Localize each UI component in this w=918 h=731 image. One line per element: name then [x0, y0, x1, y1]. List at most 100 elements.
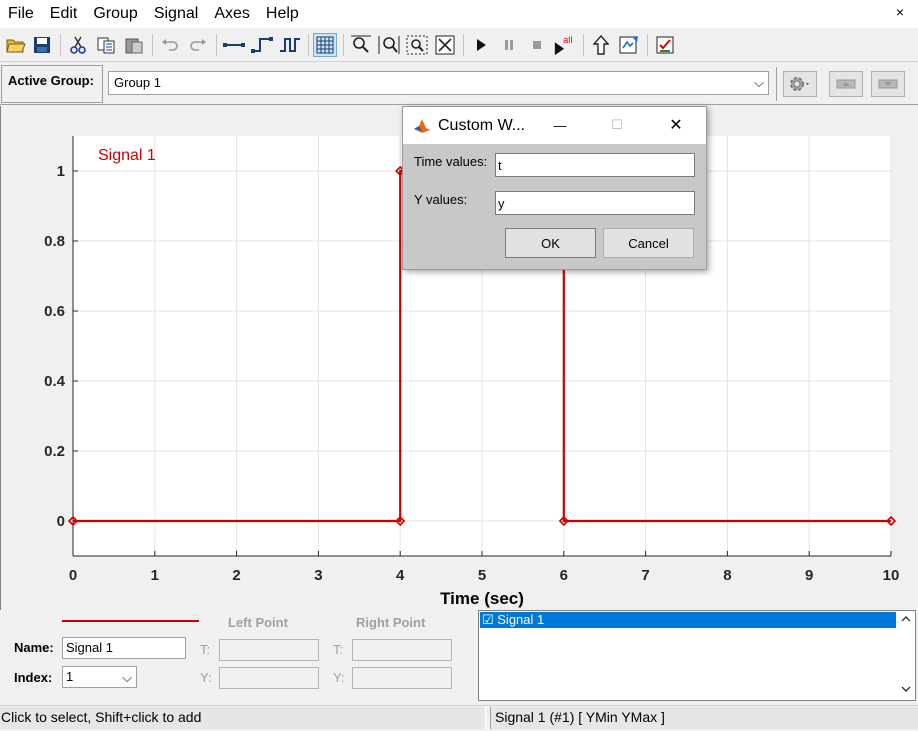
right-point-t-input[interactable] [352, 639, 452, 661]
x-tick-label: 5 [478, 567, 486, 584]
x-tick-label: 1 [151, 567, 159, 584]
x-tick-label: 0 [69, 567, 77, 584]
y-tick-label: 0 [57, 513, 65, 530]
chevron-down-icon: ⌵ [122, 670, 132, 685]
right-point-label: Right Point [356, 615, 426, 630]
x-tick-label: 3 [314, 567, 322, 584]
previous-group-button[interactable] [829, 71, 863, 97]
x-tick-label: 10 [883, 567, 900, 584]
signal-list[interactable]: ☑ Signal 1 [478, 610, 916, 701]
x-tick-label: 7 [641, 567, 649, 584]
settings-gear-button[interactable] [783, 71, 817, 97]
left-y-label: Y: [200, 670, 212, 685]
signal-name-input[interactable]: Signal 1 [62, 637, 186, 659]
open-icon[interactable] [4, 33, 28, 57]
active-group-select[interactable]: Group 1 ⌵ [108, 71, 769, 95]
right-y-label: Y: [333, 670, 345, 685]
y-tick-label: 0.6 [44, 303, 65, 320]
grid-icon[interactable] [313, 33, 337, 57]
save-icon[interactable] [30, 33, 54, 57]
y-tick-label: 0.4 [44, 373, 66, 390]
redo-icon[interactable] [186, 33, 210, 57]
status-bar: Click to select, Shift+click to add Sign… [0, 705, 918, 731]
start-icon[interactable] [469, 33, 493, 57]
custom-waveform-dialog: Custom W... — ☐ ✕ Time values: t Y value… [402, 106, 707, 270]
toolbar-separator [343, 34, 344, 56]
status-hint: Click to select, Shift+click to add [0, 707, 486, 729]
menu-group[interactable]: Group [85, 0, 145, 28]
signal-properties-panel: Left Point Right Point Name: Signal 1 T:… [0, 610, 918, 705]
cancel-button[interactable]: Cancel [603, 228, 694, 258]
fit-icon[interactable] [433, 33, 457, 57]
left-t-label: T: [200, 642, 211, 657]
minimize-icon[interactable]: — [550, 115, 570, 135]
zoom-x-icon[interactable] [377, 33, 401, 57]
toolbar-separator [463, 34, 464, 56]
toolbar-separator [60, 34, 61, 56]
right-t-label: T: [333, 642, 344, 657]
menubar-close-icon[interactable]: × [896, 4, 904, 20]
run-all-label: all [563, 35, 572, 45]
right-point-y-input[interactable] [352, 667, 452, 689]
run-all-icon[interactable]: all [553, 33, 577, 57]
toolbar-separator [152, 34, 153, 56]
y-values-label: Y values: [414, 192, 468, 207]
x-axis-label: Time (sec) [440, 589, 524, 608]
gear-icon [790, 77, 809, 91]
matlab-icon [414, 119, 430, 133]
cut-icon[interactable] [66, 33, 90, 57]
left-point-t-input[interactable] [219, 639, 319, 661]
copy-icon[interactable] [94, 33, 118, 57]
line-icon[interactable] [222, 33, 246, 57]
x-tick-label: 8 [723, 567, 731, 584]
zoom-box-icon[interactable] [405, 33, 429, 57]
status-signal-info: Signal 1 (#1) [ YMin YMax ] [490, 707, 918, 729]
stop-icon[interactable] [525, 33, 549, 57]
paste-icon[interactable] [122, 33, 146, 57]
signal-list-scrollbar[interactable] [897, 611, 915, 700]
menu-help[interactable]: Help [258, 0, 307, 28]
active-group-value: Group 1 [114, 75, 161, 90]
step-icon[interactable] [250, 33, 274, 57]
toolbar-separator [216, 34, 217, 56]
up-icon[interactable] [589, 33, 613, 57]
pulse-icon[interactable] [278, 33, 302, 57]
left-point-label: Left Point [228, 615, 288, 630]
x-tick-label: 4 [396, 567, 405, 584]
maximize-icon[interactable]: ☐ [607, 115, 627, 135]
time-values-input[interactable]: t [495, 153, 695, 177]
signal-line-style-preview[interactable] [62, 618, 202, 624]
menu-axes[interactable]: Axes [206, 0, 258, 28]
next-group-button[interactable] [871, 71, 905, 97]
index-value: 1 [66, 669, 74, 684]
zoom-y-icon[interactable] [349, 33, 373, 57]
check-icon[interactable] [653, 33, 677, 57]
left-point-y-input[interactable] [219, 667, 319, 689]
menu-file[interactable]: File [0, 0, 42, 28]
x-tick-label: 6 [560, 567, 568, 584]
name-label: Name: [14, 640, 54, 655]
x-tick-label: 2 [232, 567, 240, 584]
y-values-input[interactable]: y [495, 191, 695, 215]
index-select[interactable]: 1 ⌵ [62, 666, 137, 688]
toolbar-separator [583, 34, 584, 56]
move-down-icon [878, 79, 898, 89]
pause-icon[interactable] [497, 33, 521, 57]
export-icon[interactable] [617, 33, 641, 57]
menu-edit[interactable]: Edit [42, 0, 86, 28]
active-group-label: Active Group: [1, 65, 103, 103]
dialog-title-bar[interactable]: Custom W... — ☐ ✕ [403, 107, 706, 144]
move-up-icon [836, 79, 856, 89]
ok-button[interactable]: OK [505, 228, 596, 258]
signal-legend-label: Signal 1 [98, 147, 156, 164]
groupbar-separator [776, 67, 777, 101]
toolbar-separator [308, 34, 309, 56]
dialog-title: Custom W... [438, 117, 526, 134]
close-icon[interactable]: ✕ [666, 115, 686, 135]
undo-icon[interactable] [158, 33, 182, 57]
time-values-label: Time values: [414, 154, 488, 169]
chevron-down-icon: ⌵ [754, 75, 764, 90]
signal-list-item[interactable]: ☑ Signal 1 [480, 612, 896, 628]
menu-signal[interactable]: Signal [146, 0, 206, 28]
index-label: Index: [14, 670, 53, 685]
